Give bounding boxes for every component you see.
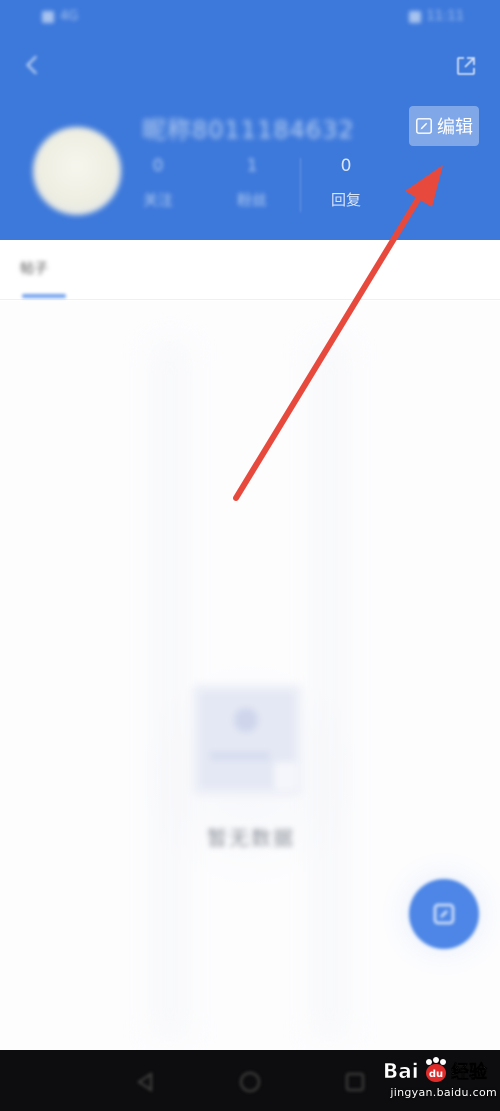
nav-home-icon[interactable] [238, 1070, 262, 1094]
stat-replies[interactable]: 0 回复 [316, 153, 376, 213]
network-text: 4G [60, 9, 79, 24]
baidu-logo-icon: Bai du 经验 [383, 1057, 488, 1083]
stat-label: 回复 [330, 191, 361, 209]
status-left: 4G [42, 9, 78, 24]
empty-state-text: 暂无数据 [207, 826, 295, 850]
baidu-jingyan-watermark: Bai du 经验 jingyan.baidu.com [381, 1054, 497, 1106]
watermark-url: jingyan.baidu.com [390, 1086, 497, 1099]
edit-icon [416, 118, 432, 134]
stat-fans[interactable]: 1 粉丝 [222, 153, 282, 213]
edit-profile-button[interactable]: 编辑 [409, 106, 479, 146]
nav-recents-icon[interactable] [343, 1070, 367, 1094]
tab-posts[interactable]: 帖子 [20, 258, 66, 294]
stat-value: 0 [340, 156, 352, 176]
stat-following[interactable]: 0 关注 [128, 153, 188, 213]
svg-text:du: du [429, 1069, 443, 1080]
signal-icon [42, 10, 54, 23]
stat-value: 0 [152, 156, 164, 176]
stat-label: 粉丝 [236, 191, 267, 209]
edit-button-label: 编辑 [437, 117, 473, 138]
clock-text: 11:11 [426, 9, 464, 24]
avatar[interactable] [33, 127, 121, 215]
nav-back-icon[interactable] [133, 1070, 157, 1094]
empty-box-icon [192, 684, 302, 796]
stat-label: 关注 [142, 191, 173, 209]
tab-bar: 帖子 [0, 240, 500, 300]
stat-divider [300, 158, 301, 212]
share-icon[interactable] [454, 54, 478, 78]
back-arrow-icon[interactable] [20, 52, 46, 78]
tab-indicator [22, 294, 66, 298]
svg-text:Bai: Bai [383, 1059, 419, 1083]
username: 昵称8011184632 [142, 116, 355, 144]
profile-header: 4G 11:11 昵称8011184632 编辑 0 关注 1 粉丝 0 回复 [0, 0, 500, 240]
svg-text:经验: 经验 [451, 1061, 488, 1083]
compose-button[interactable] [409, 879, 479, 949]
status-bar: 4G 11:11 [0, 0, 500, 36]
stat-value: 1 [246, 156, 258, 176]
compose-icon [434, 904, 454, 924]
battery-icon [408, 10, 421, 23]
status-right: 11:11 [408, 9, 464, 24]
